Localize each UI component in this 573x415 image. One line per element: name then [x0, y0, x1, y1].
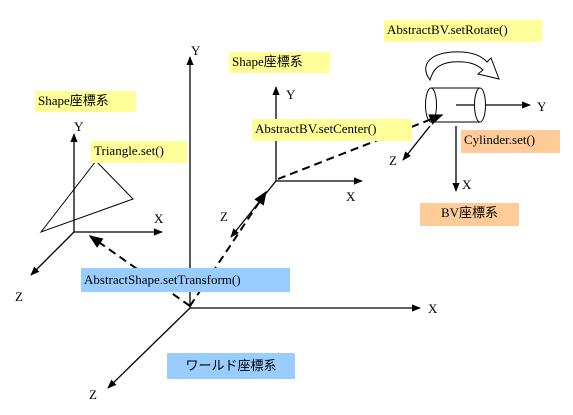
left-x-label: X	[154, 211, 164, 226]
abstractbv-setcenter-label: AbstractBV.setCenter()	[252, 119, 412, 141]
left-y-label: Y	[74, 119, 84, 134]
mid-z-label: Z	[220, 209, 228, 224]
shape-frame-left-label: Shape座標系	[35, 91, 136, 112]
abstractshape-settransform-label: AbstractShape.setTransform()	[81, 268, 290, 292]
bv-frame-label: BV座標系	[420, 203, 519, 226]
mid-shape-axes: Y X Z	[220, 86, 363, 238]
world-z-label: Z	[89, 387, 97, 402]
cylinder-shape	[425, 87, 486, 123]
left-z-axis	[30, 231, 75, 276]
world-frame-label: ワールド座標系	[167, 353, 295, 379]
triangle-set-label: Triangle.set()	[91, 141, 187, 163]
triangle-shape	[39, 160, 134, 234]
world-y-label: Y	[191, 43, 201, 58]
world-axes: Y X Z	[89, 43, 438, 402]
rotate-arrow-icon	[425, 51, 500, 82]
mid-z-axis	[230, 180, 277, 238]
cylinder-set-label: Cylinder.set()	[461, 130, 560, 153]
bv-x-label: X	[462, 177, 472, 192]
mid-x-label: X	[346, 189, 356, 204]
bv-axes: Y X Z	[389, 51, 547, 192]
mid-y-label: Y	[286, 87, 296, 102]
left-z-label: Z	[15, 289, 23, 304]
shape-frame-mid-label: Shape座標系	[229, 52, 330, 73]
bv-y-label: Y	[537, 99, 547, 114]
abstractbv-setrotate-label: AbstractBV.setRotate()	[384, 20, 542, 42]
bv-z-label: Z	[389, 153, 397, 168]
world-x-label: X	[428, 301, 438, 316]
